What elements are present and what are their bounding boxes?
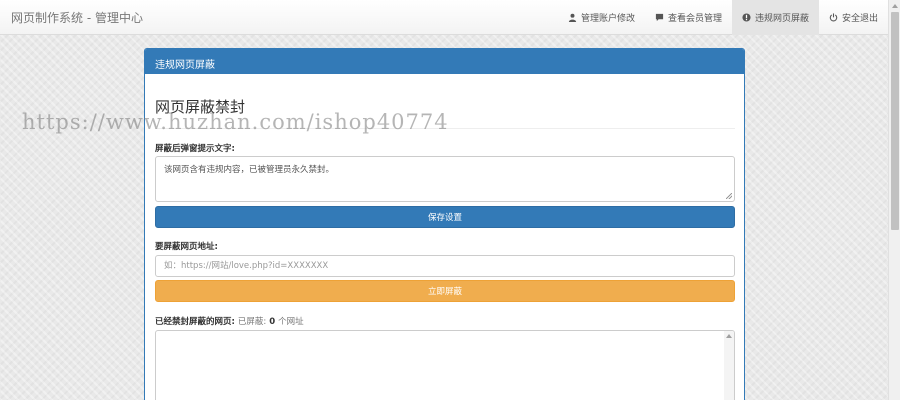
notice-text: 该网页含有违规内容，已被管理员永久禁封。 xyxy=(164,165,335,175)
notice-label: 屏蔽后弹窗提示文字: xyxy=(155,144,235,154)
page-title: 网页屏蔽禁封 xyxy=(155,98,246,116)
url-label: 要屏蔽网页地址: xyxy=(155,242,218,252)
divider xyxy=(155,128,735,129)
scroll-thumb[interactable] xyxy=(891,12,899,230)
notice-textarea[interactable]: 该网页含有违规内容，已被管理员永久禁封。 xyxy=(155,156,735,202)
blocked-count-suffix: 个网址 xyxy=(278,317,304,327)
scroll-up-arrow-icon[interactable] xyxy=(889,0,900,12)
page-scrollbar[interactable] xyxy=(888,0,900,400)
blocked-list-textarea[interactable] xyxy=(155,330,735,400)
brand-title[interactable]: 网页制作系统 - 管理中心 xyxy=(11,9,143,26)
comment-icon xyxy=(655,13,664,22)
block-now-button[interactable]: 立即屏蔽 xyxy=(155,280,735,302)
nav-item-members[interactable]: 查看会员管理 xyxy=(645,0,732,35)
top-navbar: 网页制作系统 - 管理中心 管理账户修改 查看会员管理 违规网页屏蔽 安全退出 xyxy=(0,0,888,35)
block-panel: 违规网页屏蔽 网页屏蔽禁封 屏蔽后弹窗提示文字: 该网页含有违规内容，已被管理员… xyxy=(144,48,745,400)
blocked-list-label: 已经禁封屏蔽的网页: 已屏蔽: 0 个网址 xyxy=(155,315,304,327)
resize-grip[interactable] xyxy=(726,193,732,199)
url-input[interactable] xyxy=(155,255,735,277)
power-icon xyxy=(829,13,838,22)
nav-item-logout[interactable]: 安全退出 xyxy=(819,0,888,35)
user-icon xyxy=(568,13,577,22)
nav-item-label: 管理账户修改 xyxy=(580,14,635,24)
list-scrollbar[interactable] xyxy=(724,331,734,400)
nav-item-block[interactable]: 违规网页屏蔽 xyxy=(731,0,819,35)
nav-item-label: 违规网页屏蔽 xyxy=(754,14,809,24)
blocked-list-title: 已经禁封屏蔽的网页: xyxy=(155,317,235,327)
blocked-count-value: 0 xyxy=(269,317,276,327)
nav-menu: 管理账户修改 查看会员管理 违规网页屏蔽 安全退出 xyxy=(558,0,888,35)
nav-item-label: 查看会员管理 xyxy=(667,14,722,24)
panel-title: 违规网页屏蔽 xyxy=(145,49,744,74)
nav-item-label: 安全退出 xyxy=(841,14,878,24)
save-settings-button[interactable]: 保存设置 xyxy=(155,206,735,228)
blocked-count-prefix: 已屏蔽: xyxy=(237,317,267,327)
nav-item-account[interactable]: 管理账户修改 xyxy=(558,0,645,35)
exclamation-icon xyxy=(742,13,751,22)
